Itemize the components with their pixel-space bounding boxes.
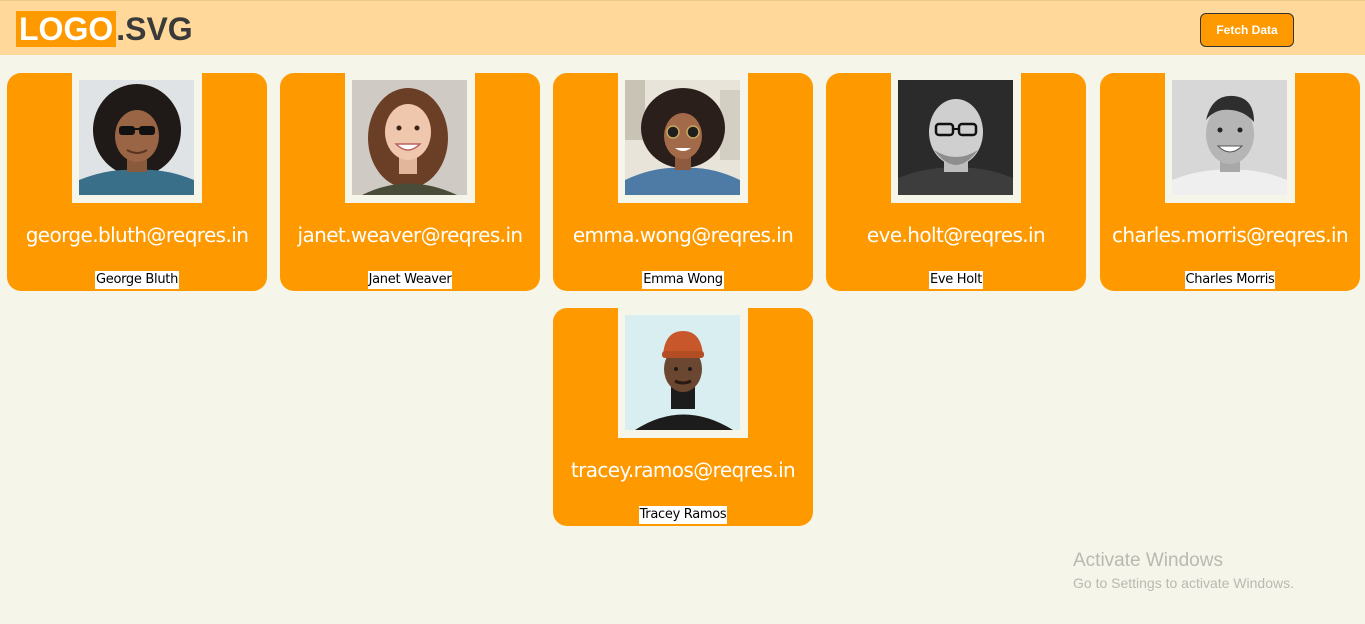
user-email: janet.weaver@reqres.in — [297, 223, 524, 247]
navbar: LOGO .SVG Fetch Data — [0, 0, 1365, 55]
logo[interactable]: LOGO .SVG — [16, 11, 193, 47]
logo-extension-text: .SVG — [116, 11, 193, 47]
activate-windows-watermark: Activate Windows Go to Settings to activ… — [1073, 549, 1294, 593]
avatar-frame — [618, 308, 748, 438]
avatar — [625, 80, 740, 195]
user-email: eve.holt@reqres.in — [866, 223, 1046, 247]
avatar — [79, 80, 194, 195]
user-email: charles.morris@reqres.in — [1111, 223, 1349, 247]
avatar — [352, 80, 467, 195]
user-card: charles.morris@reqres.in Charles Morris — [1100, 73, 1360, 291]
fetch-data-button[interactable]: Fetch Data — [1200, 13, 1294, 47]
avatar — [1172, 80, 1287, 195]
avatar — [898, 80, 1013, 195]
avatar-frame — [72, 73, 202, 203]
user-card: emma.wong@reqres.in Emma Wong — [553, 73, 813, 291]
user-name: Tracey Ramos — [638, 506, 728, 524]
user-name: George Bluth — [94, 271, 180, 289]
avatar-frame — [618, 73, 748, 203]
avatar — [625, 315, 740, 430]
user-name: Emma Wong — [642, 271, 724, 289]
user-card: eve.holt@reqres.in Eve Holt — [826, 73, 1086, 291]
user-name: Charles Morris — [1184, 271, 1276, 289]
user-card: tracey.ramos@reqres.in Tracey Ramos — [553, 308, 813, 526]
user-card: george.bluth@reqres.in George Bluth — [7, 73, 267, 291]
avatar-frame — [345, 73, 475, 203]
watermark-title: Activate Windows — [1073, 550, 1223, 571]
user-email: tracey.ramos@reqres.in — [570, 458, 796, 482]
user-email: george.bluth@reqres.in — [25, 223, 249, 247]
avatar-frame — [1165, 73, 1295, 203]
watermark-subtitle: Go to Settings to activate Windows. — [1073, 575, 1294, 591]
user-name: Janet Weaver — [367, 271, 453, 289]
user-name: Eve Holt — [928, 271, 984, 289]
user-card: janet.weaver@reqres.in Janet Weaver — [280, 73, 540, 291]
logo-main-text: LOGO — [16, 11, 117, 47]
user-email: emma.wong@reqres.in — [572, 223, 794, 247]
avatar-frame — [891, 73, 1021, 203]
